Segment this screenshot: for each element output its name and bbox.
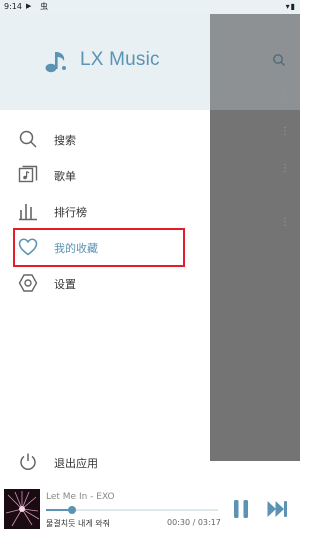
menu-item-label: 排行榜: [54, 206, 87, 219]
play-status-icon: ▶: [26, 2, 32, 10]
progress-handle[interactable]: [67, 506, 76, 514]
search-icon: [19, 130, 37, 148]
signal-battery-icons: ▾▮: [285, 2, 296, 11]
menu-item-label: 歌单: [54, 170, 76, 183]
power-icon: [20, 453, 36, 470]
menu-item-search[interactable]: 搜索: [0, 122, 210, 158]
menu-item-label: 搜索: [54, 134, 76, 147]
more-icon: ⋮: [280, 90, 290, 100]
current-lyric: 물결치듯 내게 와줘: [46, 519, 110, 528]
exit-app-button[interactable]: 退出应用: [0, 453, 210, 489]
background-search-icon: [273, 54, 285, 66]
playlist-icon: [18, 165, 38, 183]
settings-icon: [18, 274, 38, 292]
album-cover[interactable]: [4, 489, 40, 529]
leaderboard-icon: [19, 204, 37, 221]
menu-item-settings[interactable]: 设置: [0, 266, 210, 302]
menu-item-leaderboard[interactable]: 排行榜: [0, 194, 210, 230]
more-icon: ⋮: [280, 218, 290, 228]
menu-item-playlist[interactable]: 歌单: [0, 158, 210, 194]
more-icon: ⋮: [280, 127, 290, 137]
drawer-header: LX Music: [0, 14, 210, 110]
status-bar: 9:14 ▶ 虫 ▾▮: [0, 0, 300, 14]
status-time: 9:14: [4, 2, 22, 11]
exit-app-label: 退出应用: [54, 457, 98, 470]
menu-item-label: 设置: [54, 278, 76, 291]
app-status-icon: 虫: [40, 2, 48, 11]
highlight-box: [13, 228, 185, 267]
pause-icon[interactable]: [231, 498, 251, 520]
skip-next-icon[interactable]: [266, 499, 288, 519]
song-title: Let Me In - EXO: [46, 492, 115, 502]
app-title: LX Music: [80, 49, 160, 70]
play-time: 00:30 / 03:17: [167, 518, 221, 527]
more-icon: ⋮: [280, 164, 290, 174]
progress-slider[interactable]: [46, 506, 218, 514]
music-note-icon: [45, 52, 66, 73]
